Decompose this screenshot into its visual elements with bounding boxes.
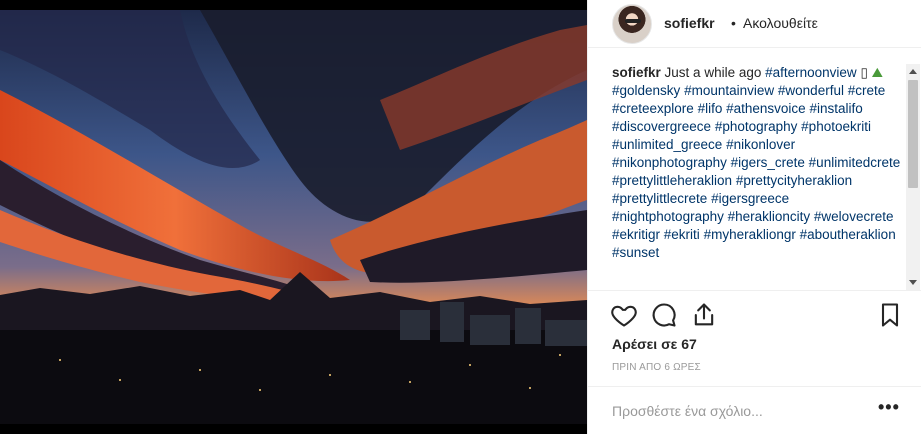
post-photo[interactable] — [0, 0, 587, 434]
hashtag-link[interactable]: #goldensky — [612, 83, 680, 98]
hashtag-link[interactable]: #creteexplore — [612, 101, 694, 116]
hashtag-link[interactable]: #ekriti — [664, 227, 700, 242]
sunset-photo-image — [0, 10, 587, 424]
hashtag-link[interactable]: #prettycityheraklion — [736, 173, 852, 188]
comment-icon[interactable] — [650, 301, 678, 329]
hashtag-link[interactable]: #heraklioncity — [728, 209, 811, 224]
hashtag-link[interactable]: #athensvoice — [726, 101, 806, 116]
hashtag-link[interactable]: #prettylittlecrete — [612, 191, 707, 206]
action-bar — [588, 290, 921, 339]
hashtag-link[interactable]: #discovergreece — [612, 119, 711, 134]
hashtag-link[interactable]: #crete — [848, 83, 886, 98]
share-icon[interactable] — [690, 301, 718, 329]
avatar[interactable] — [612, 4, 652, 44]
username-link[interactable]: sofiefkr — [664, 15, 715, 31]
hashtag-link[interactable]: #welovecrete — [814, 209, 894, 224]
scroll-up-arrow-icon[interactable] — [909, 69, 917, 74]
unsupported-glyph-box: ▯ — [856, 65, 872, 80]
heart-icon[interactable] — [610, 301, 638, 329]
comment-bar: ••• — [588, 386, 921, 434]
hashtag-link[interactable]: #nightphotography — [612, 209, 724, 224]
caption: sofiefkr Just a while ago #afternoonview… — [612, 64, 904, 290]
hashtag-link[interactable]: #afternoonview — [765, 65, 857, 80]
hashtag-link[interactable]: #igersgreece — [711, 191, 789, 206]
caption-username[interactable]: sofiefkr — [612, 65, 661, 80]
hashtag-link[interactable]: #mountainview — [684, 83, 774, 98]
hashtag-link[interactable]: #photoekriti — [801, 119, 871, 134]
post-header: sofiefkr • Ακολουθείτε — [588, 0, 921, 48]
hashtag-list: #afternoonview ▯ ⛰ #goldensky #mountainv… — [612, 65, 900, 260]
hashtag-link[interactable]: #unlimitedcrete — [809, 155, 901, 170]
hashtag-link[interactable]: #wonderful — [778, 83, 844, 98]
hashtag-link[interactable]: #photography — [715, 119, 798, 134]
caption-scrollbar[interactable] — [906, 64, 920, 290]
hashtag-link[interactable]: #ekritigr — [612, 227, 660, 242]
hashtag-link[interactable]: #igers_crete — [731, 155, 805, 170]
caption-text: Just a while ago — [664, 65, 762, 80]
likes-count[interactable]: Αρέσει σε 67 — [612, 336, 697, 352]
hashtag-link[interactable]: #instalifo — [809, 101, 862, 116]
comment-input[interactable] — [612, 401, 862, 421]
hashtag-link[interactable]: #nikonlover — [726, 137, 795, 152]
hashtag-link[interactable]: #aboutheraklion — [800, 227, 896, 242]
hashtag-link[interactable]: #prettylittleheraklion — [612, 173, 732, 188]
hashtag-link[interactable]: #myherakliongr — [704, 227, 796, 242]
hashtag-link[interactable]: #unlimited_greece — [612, 137, 722, 152]
hashtag-link[interactable]: #sunset — [612, 245, 659, 260]
follow-status-button[interactable]: Ακολουθείτε — [743, 15, 818, 31]
post-side-panel: sofiefkr • Ακολουθείτε sofiefkr Just a w… — [587, 0, 921, 434]
avatar-glasses-detail — [625, 19, 641, 23]
mountain-emoji-icon: ⛰ — [871, 65, 883, 80]
post-timestamp[interactable]: ΠΡΙΝ ΑΠΟ 6 ΩΡΕΣ — [612, 362, 701, 373]
hashtag-link[interactable]: #nikonphotography — [612, 155, 727, 170]
scroll-down-arrow-icon[interactable] — [909, 280, 917, 285]
hashtag-link[interactable]: #lifo — [698, 101, 723, 116]
bookmark-icon[interactable] — [876, 301, 904, 329]
more-options-icon[interactable]: ••• — [878, 397, 900, 418]
separator-dot: • — [731, 15, 736, 31]
scrollbar-thumb[interactable] — [908, 80, 918, 188]
